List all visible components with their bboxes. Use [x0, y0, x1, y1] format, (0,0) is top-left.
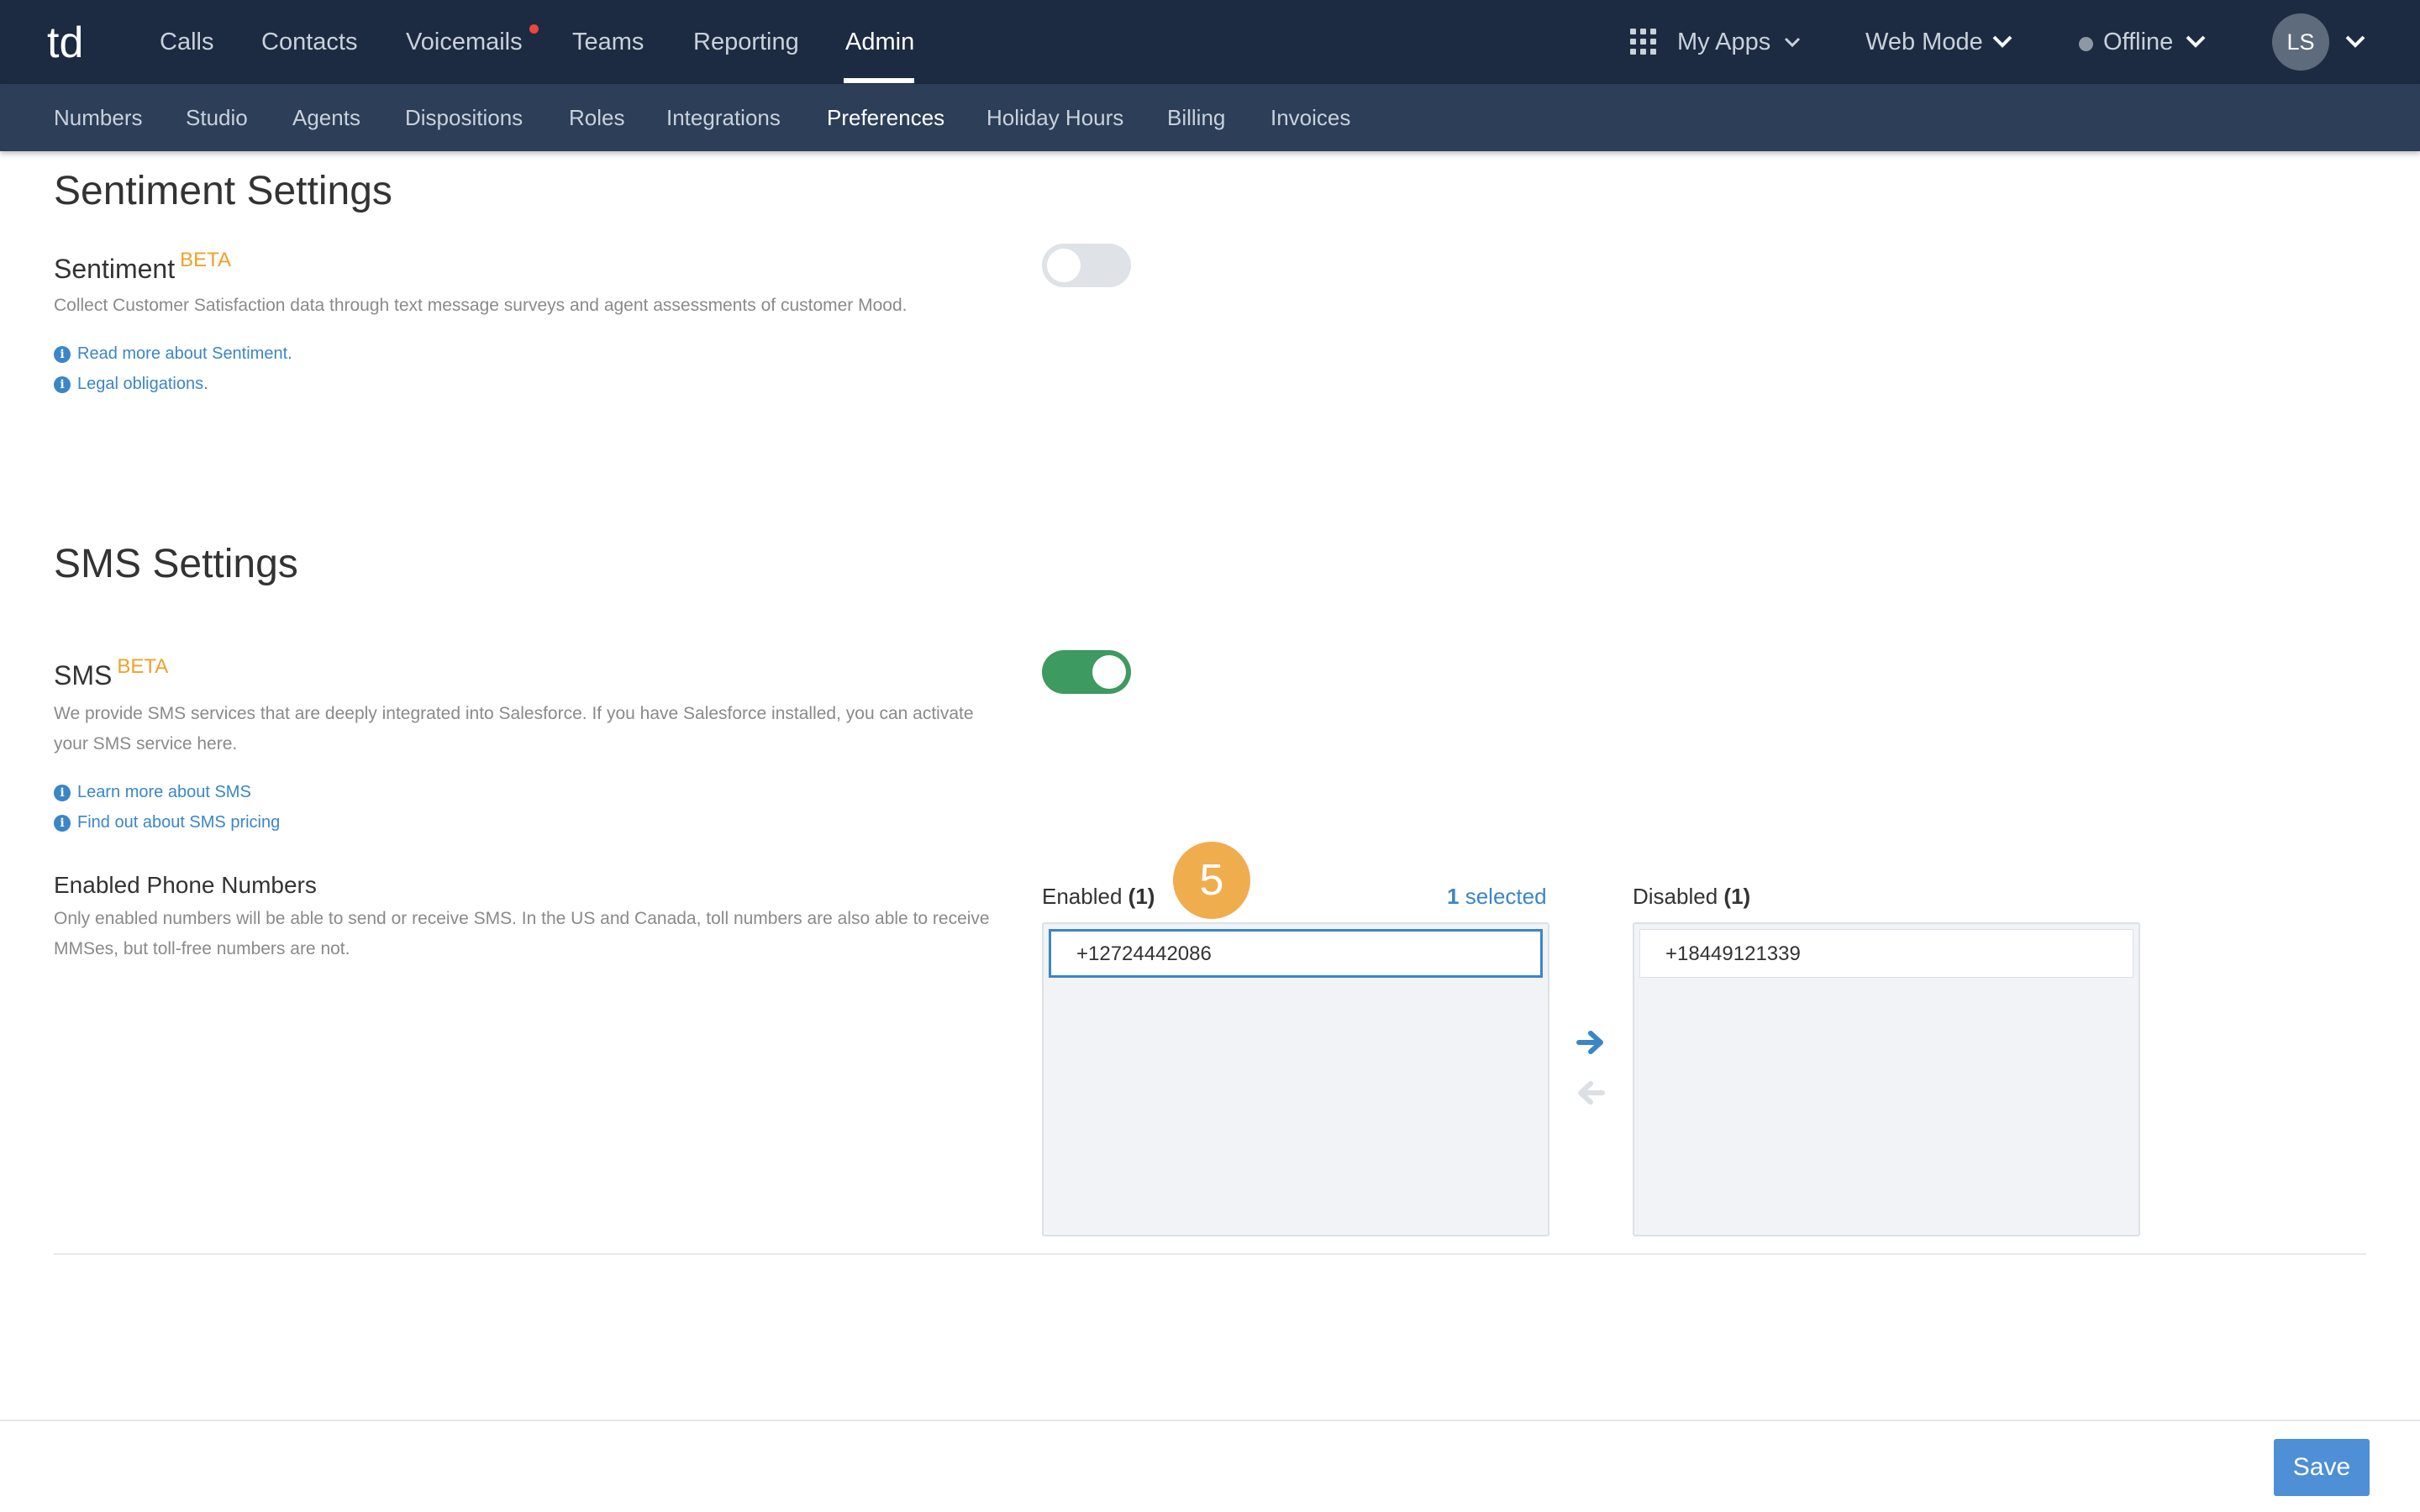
sms-description: We provide SMS services that are deeply …: [54, 704, 974, 753]
enabled-phone-numbers-description: Only enabled numbers will be able to sen…: [54, 909, 990, 958]
toggle-knob: [1047, 249, 1081, 282]
subnav-holiday-hours[interactable]: Holiday Hours: [986, 84, 1123, 151]
subnav-invoices[interactable]: Invoices: [1270, 84, 1350, 151]
apps-grid-icon[interactable]: [1630, 29, 1657, 55]
sms-section-title: SMS Settings: [54, 542, 298, 586]
subnav-preferences[interactable]: Preferences: [827, 84, 944, 151]
selected-count-number: 1: [1447, 884, 1460, 909]
step-number-badge: 5: [1173, 842, 1250, 919]
active-tab-indicator: [844, 78, 914, 83]
nav-voicemails[interactable]: Voicemails: [406, 0, 523, 84]
sms-label: SMS BETA: [54, 655, 168, 691]
disabled-numbers-list[interactable]: +18449121339: [1633, 922, 2140, 1236]
logo-icon[interactable]: td: [47, 18, 97, 66]
info-icon: i: [54, 784, 71, 801]
selected-count: 1 selected: [1447, 884, 1547, 910]
sms-pricing-link[interactable]: i Find out about SMS pricing: [54, 813, 280, 832]
sentiment-read-more-text[interactable]: Read more about Sentiment.: [77, 344, 292, 364]
nav-reporting[interactable]: Reporting: [693, 0, 799, 84]
nav-teams[interactable]: Teams: [572, 0, 644, 84]
admin-subnav: Numbers Studio Agents Dispositions Roles…: [0, 84, 2420, 151]
enabled-list-title: Enabled (1): [1042, 884, 1155, 910]
info-icon: i: [54, 375, 71, 393]
sentiment-read-more-link[interactable]: i Read more about Sentiment.: [54, 344, 292, 364]
enabled-list-count: (1): [1128, 884, 1155, 909]
subnav-billing[interactable]: Billing: [1167, 84, 1225, 151]
selected-count-label: selected: [1465, 884, 1547, 909]
web-mode-menu[interactable]: Web Mode: [1865, 0, 1983, 84]
status-menu[interactable]: Offline: [2103, 0, 2173, 84]
disabled-list-title: Disabled (1): [1633, 884, 1750, 910]
learn-more-sms-text[interactable]: Learn more about SMS: [77, 783, 251, 802]
sms-pricing-text[interactable]: Find out about SMS pricing: [77, 813, 280, 832]
list-item[interactable]: +18449121339: [1639, 929, 2133, 978]
disabled-list-count: (1): [1723, 884, 1751, 909]
sentiment-label-text: Sentiment: [54, 254, 176, 284]
nav-calls[interactable]: Calls: [160, 0, 213, 84]
enabled-phone-numbers-label: Enabled Phone Numbers: [54, 872, 317, 898]
sentiment-description: Collect Customer Satisfaction data throu…: [54, 296, 908, 315]
chevron-down-icon[interactable]: [1783, 35, 1802, 49]
legal-obligations-link[interactable]: i Legal obligations.: [54, 375, 208, 394]
svg-text:td: td: [47, 18, 83, 66]
subnav-studio[interactable]: Studio: [186, 84, 248, 151]
chevron-down-icon[interactable]: [2185, 34, 2207, 49]
sentiment-label: Sentiment BETA: [54, 249, 231, 285]
info-icon: i: [54, 345, 71, 363]
user-avatar[interactable]: LS: [2272, 13, 2329, 71]
info-icon: i: [54, 814, 71, 832]
learn-more-sms-link[interactable]: i Learn more about SMS: [54, 783, 251, 802]
subnav-agents[interactable]: Agents: [292, 84, 360, 151]
save-button[interactable]: Save: [2274, 1439, 2370, 1496]
sentiment-toggle[interactable]: [1042, 244, 1131, 287]
subnav-roles[interactable]: Roles: [569, 84, 624, 151]
footer-divider: [0, 1420, 2420, 1421]
sms-label-text: SMS: [54, 660, 113, 690]
arrow-right-icon[interactable]: [1576, 1030, 1605, 1055]
section-divider: [54, 1253, 2366, 1255]
toggle-knob: [1092, 655, 1126, 689]
nav-admin[interactable]: Admin: [845, 0, 914, 84]
beta-badge: BETA: [180, 249, 231, 271]
subnav-numbers[interactable]: Numbers: [54, 84, 142, 151]
subnav-integrations[interactable]: Integrations: [666, 84, 781, 151]
my-apps-menu[interactable]: My Apps: [1677, 0, 1770, 84]
arrow-left-icon[interactable]: [1576, 1080, 1605, 1105]
sentiment-section-title: Sentiment Settings: [54, 169, 392, 213]
top-navbar: td Calls Contacts Voicemails Teams Repor…: [0, 0, 2420, 84]
sms-toggle[interactable]: [1042, 650, 1131, 694]
chevron-down-icon[interactable]: [1991, 34, 2013, 49]
enabled-numbers-list[interactable]: +12724442086: [1042, 922, 1549, 1236]
enabled-list-title-text: Enabled: [1042, 884, 1123, 909]
chevron-down-icon[interactable]: [2344, 34, 2366, 49]
voicemail-notification-dot: [529, 24, 539, 34]
legal-obligations-text[interactable]: Legal obligations.: [77, 375, 208, 394]
status-dot-icon: [2079, 37, 2093, 51]
list-item[interactable]: +12724442086: [1049, 929, 1543, 978]
subnav-dispositions[interactable]: Dispositions: [405, 84, 523, 151]
beta-badge: BETA: [117, 655, 169, 678]
disabled-list-title-text: Disabled: [1633, 884, 1718, 909]
nav-contacts[interactable]: Contacts: [261, 0, 357, 84]
